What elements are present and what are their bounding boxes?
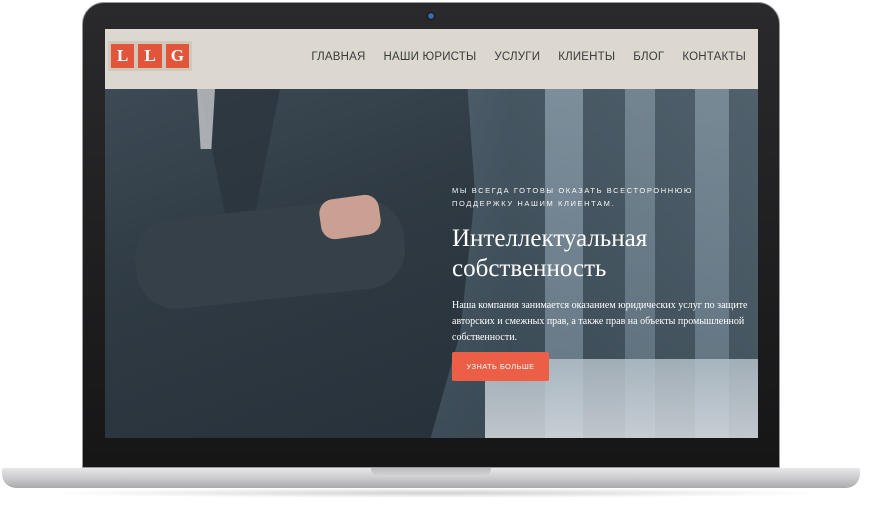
laptop-shadow: [40, 488, 830, 498]
laptop-notch: [371, 468, 491, 477]
nav-item-blog[interactable]: БЛОГ: [633, 51, 664, 63]
nav-item-home[interactable]: ГЛАВНАЯ: [311, 51, 365, 63]
site-header: L L G ГЛАВНАЯ НАШИ ЮРИСТЫ УСЛУГИ КЛИЕНТЫ…: [105, 29, 758, 89]
hero-section: Мы всегда готовы оказать всестороннюю по…: [105, 89, 758, 438]
nav-item-services[interactable]: УСЛУГИ: [494, 51, 540, 63]
logo-letter-3: G: [165, 44, 189, 68]
logo-letter-2: L: [138, 44, 162, 68]
webcam-icon: [428, 13, 434, 19]
learn-more-button[interactable]: УЗНАТЬ БОЛЬШЕ: [452, 352, 549, 381]
hero-headline-line-1: Интеллектуальная: [452, 225, 648, 252]
hero-headline: Интеллектуальная собственность: [452, 224, 758, 284]
site-logo[interactable]: L L G: [108, 41, 192, 71]
hero-eyebrow: Мы всегда готовы оказать всестороннюю по…: [452, 186, 694, 208]
hero-content: Мы всегда готовы оказать всестороннюю по…: [452, 184, 758, 381]
nav-item-clients[interactable]: КЛИЕНТЫ: [558, 51, 615, 63]
hero-description: Наша компания занимается оказанием юриди…: [452, 300, 748, 343]
logo-letter-1: L: [111, 44, 135, 68]
nav-item-lawyers[interactable]: НАШИ ЮРИСТЫ: [384, 51, 477, 63]
nav-item-contacts[interactable]: КОНТАКТЫ: [682, 51, 746, 63]
main-menu: ГЛАВНАЯ НАШИ ЮРИСТЫ УСЛУГИ КЛИЕНТЫ БЛОГ …: [311, 51, 746, 63]
hero-headline-line-2: собственность: [452, 255, 607, 282]
website-screen: L L G ГЛАВНАЯ НАШИ ЮРИСТЫ УСЛУГИ КЛИЕНТЫ…: [105, 29, 758, 438]
